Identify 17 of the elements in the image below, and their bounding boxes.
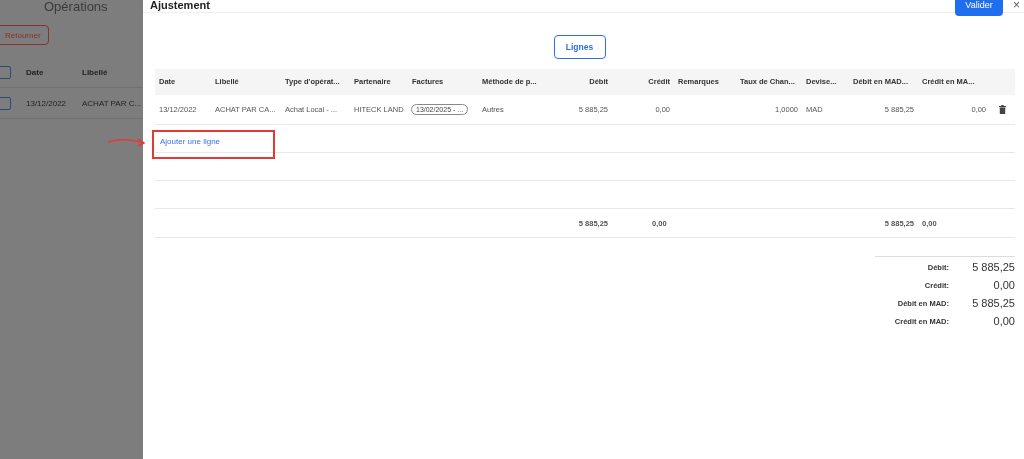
trash-icon[interactable] [999, 105, 1006, 114]
summary-value: 0,00 [992, 315, 1015, 327]
table-cell: ACHAT PAR C... [82, 98, 143, 108]
column-header: Libellé [82, 67, 109, 77]
table-cell-text: 13/12/2022 [26, 98, 68, 108]
arrow-icon [107, 135, 147, 148]
checkbox[interactable] [0, 65, 11, 79]
checkbox[interactable] [0, 96, 11, 110]
lines-button[interactable]: Lignes [553, 35, 606, 59]
modal-title: Ajustement [150, 0, 210, 11]
column-header: Date [26, 67, 45, 77]
summary-value: 0,00 [992, 279, 1015, 291]
close-button[interactable]: × [1013, 0, 1020, 12]
summary-value: 5 885,25 [971, 297, 1015, 309]
add-line-link[interactable]: Ajouter une ligne [160, 136, 221, 146]
summary-value: 5 885,25 [971, 261, 1015, 273]
validate-button[interactable]: Valider [955, 0, 1003, 16]
